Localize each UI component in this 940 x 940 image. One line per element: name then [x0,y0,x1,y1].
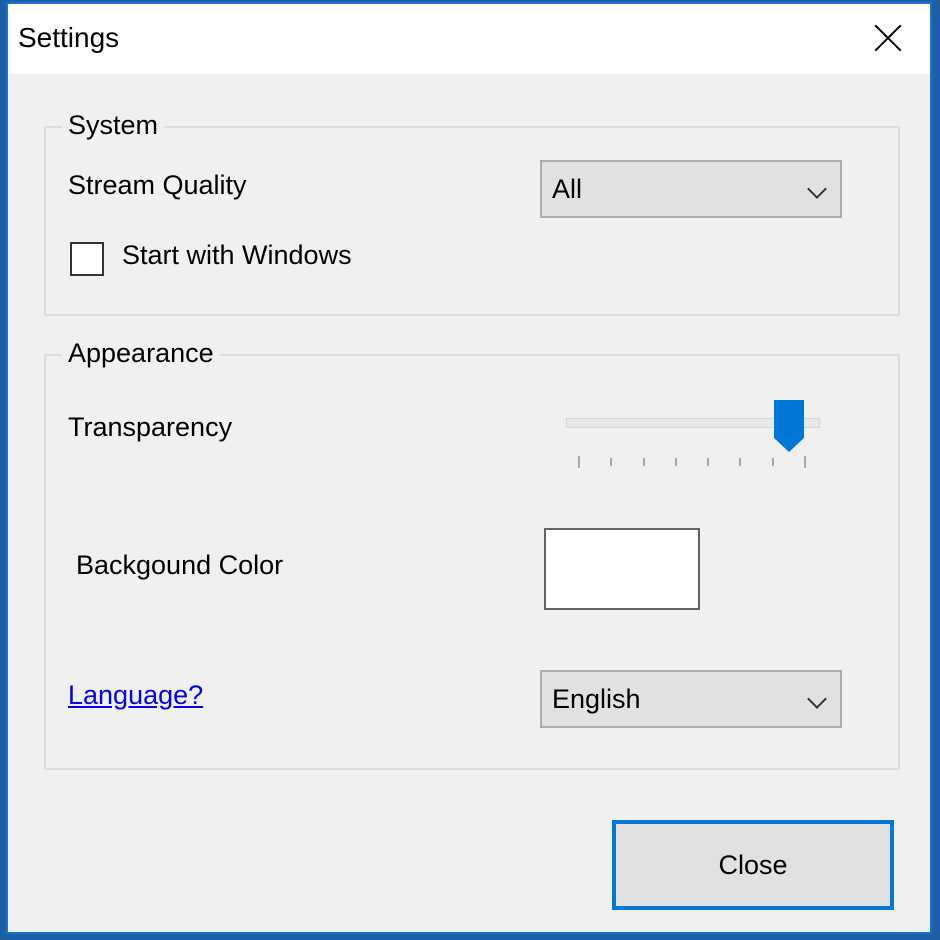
language-dropdown[interactable]: English [540,670,842,728]
slider-tick [707,458,710,466]
slider-tick [578,456,580,468]
slider-tick [642,458,645,466]
background-color-swatch[interactable] [544,528,700,610]
title-bar: Settings [8,4,930,74]
transparency-slider-thumb[interactable] [774,400,804,452]
background-color-label: Backgound Color [76,550,284,580]
language-link[interactable]: Language? [68,680,203,711]
stream-quality-value: All [552,174,583,204]
stream-quality-label: Stream Quality [68,170,247,200]
transparency-label: Transparency [68,412,233,442]
slider-tick [674,458,677,466]
slider-tick [739,458,742,466]
system-group: System [44,110,900,316]
slider-tick [804,456,806,468]
system-legend: System [62,110,165,141]
slider-tick [610,458,613,466]
chevron-down-icon [807,689,827,709]
window-title: Settings [18,22,120,53]
close-button[interactable]: Close [612,820,894,910]
chevron-down-icon [807,179,827,199]
close-icon[interactable] [868,18,908,58]
stream-quality-dropdown[interactable]: All [540,160,842,218]
language-value: English [552,684,641,714]
settings-window: Settings System Stream Quality All Start… [6,2,932,934]
start-with-windows-checkbox[interactable] [70,242,104,276]
start-with-windows-label[interactable]: Start with Windows [122,240,352,271]
slider-tick [771,458,774,466]
appearance-legend: Appearance [62,338,220,369]
